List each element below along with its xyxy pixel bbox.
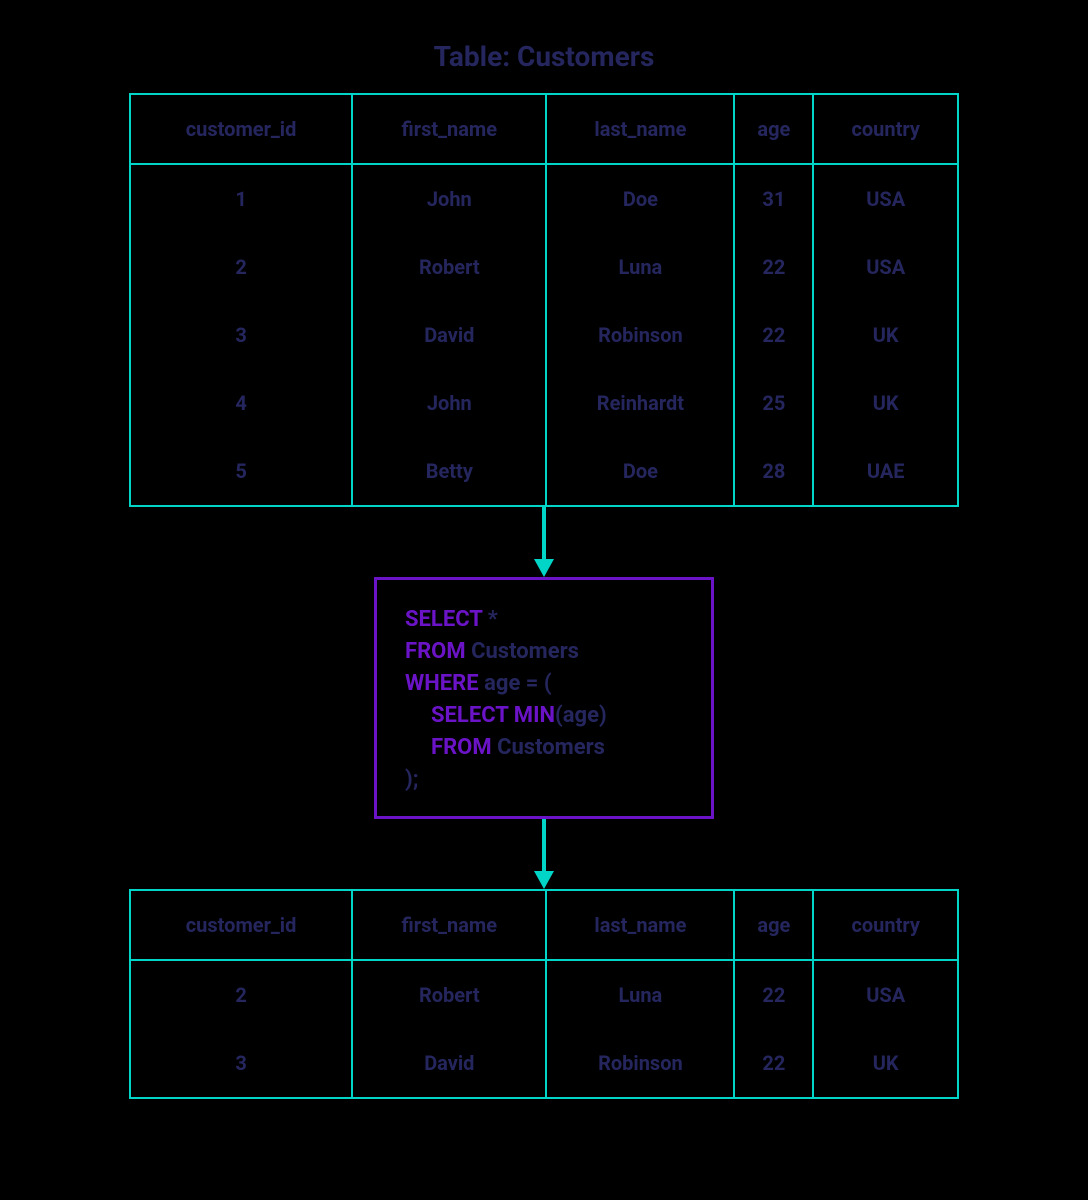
sql-line: FROM Customers — [405, 636, 689, 668]
table-cell: 22 — [734, 960, 813, 1029]
diagram-title: Table: Customers — [60, 40, 1028, 73]
table-cell: 1 — [130, 164, 352, 233]
table-cell: 3 — [130, 1029, 352, 1098]
table-cell: UAE — [813, 437, 958, 506]
table-row: 5BettyDoe28UAE — [130, 437, 958, 506]
column-header: first_name — [352, 94, 546, 164]
table-cell: Robinson — [546, 301, 734, 369]
sql-line: FROM Customers — [405, 732, 689, 764]
table-cell: David — [352, 301, 546, 369]
arrow-down-icon — [60, 507, 1028, 577]
sql-query-box: SELECT *FROM CustomersWHERE age = (SELEC… — [374, 577, 714, 819]
table-row: 2RobertLuna22USA — [130, 960, 958, 1029]
table-cell: UK — [813, 369, 958, 437]
table-cell: 31 — [734, 164, 813, 233]
table-cell: 22 — [734, 1029, 813, 1098]
table-row: 4JohnReinhardt25UK — [130, 369, 958, 437]
table-cell: Doe — [546, 164, 734, 233]
table-cell: 22 — [734, 301, 813, 369]
table-cell: Doe — [546, 437, 734, 506]
table-cell: 28 — [734, 437, 813, 506]
table-cell: Robert — [352, 233, 546, 301]
table-cell: Robinson — [546, 1029, 734, 1098]
table-cell: 25 — [734, 369, 813, 437]
table-cell: Betty — [352, 437, 546, 506]
column-header: customer_id — [130, 890, 352, 960]
table-row: 1JohnDoe31USA — [130, 164, 958, 233]
column-header: last_name — [546, 94, 734, 164]
table-cell: John — [352, 369, 546, 437]
table-cell: Reinhardt — [546, 369, 734, 437]
table-cell: 22 — [734, 233, 813, 301]
table-cell: 3 — [130, 301, 352, 369]
table-cell: USA — [813, 960, 958, 1029]
table-cell: Luna — [546, 233, 734, 301]
table-cell: UK — [813, 301, 958, 369]
sql-line: SELECT MIN(age) — [405, 700, 689, 732]
table-cell: USA — [813, 233, 958, 301]
sql-line: WHERE age = ( — [405, 668, 689, 700]
column-header: last_name — [546, 890, 734, 960]
table-cell: Luna — [546, 960, 734, 1029]
column-header: age — [734, 94, 813, 164]
table-cell: 2 — [130, 960, 352, 1029]
column-header: customer_id — [130, 94, 352, 164]
column-header: country — [813, 890, 958, 960]
arrow-down-icon — [60, 819, 1028, 889]
table-cell: 4 — [130, 369, 352, 437]
sql-line: ); — [405, 764, 689, 796]
column-header: age — [734, 890, 813, 960]
table-cell: John — [352, 164, 546, 233]
table-row: 3DavidRobinson22UK — [130, 1029, 958, 1098]
column-header: first_name — [352, 890, 546, 960]
table-cell: 5 — [130, 437, 352, 506]
table-row: 3DavidRobinson22UK — [130, 301, 958, 369]
table-cell: 2 — [130, 233, 352, 301]
result-table: customer_idfirst_namelast_nameagecountry… — [129, 889, 959, 1099]
source-table: customer_idfirst_namelast_nameagecountry… — [129, 93, 959, 507]
sql-line: SELECT * — [405, 604, 689, 636]
column-header: country — [813, 94, 958, 164]
table-cell: Robert — [352, 960, 546, 1029]
table-cell: UK — [813, 1029, 958, 1098]
table-cell: David — [352, 1029, 546, 1098]
table-row: 2RobertLuna22USA — [130, 233, 958, 301]
table-cell: USA — [813, 164, 958, 233]
